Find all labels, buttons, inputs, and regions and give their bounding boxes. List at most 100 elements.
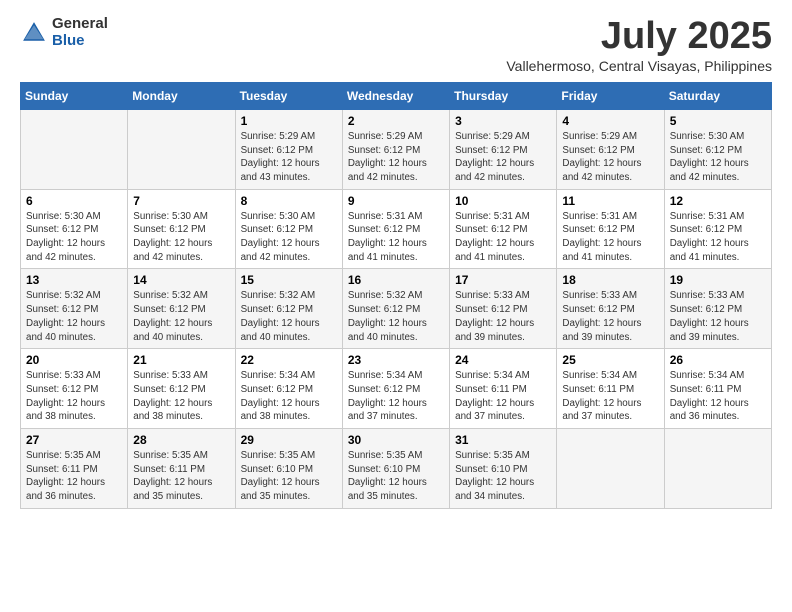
calendar-cell: 7 Sunrise: 5:30 AMSunset: 6:12 PMDaylight… bbox=[128, 189, 235, 269]
subtitle: Vallehermoso, Central Visayas, Philippin… bbox=[506, 58, 772, 74]
cell-info: Sunrise: 5:35 AMSunset: 6:10 PMDaylight:… bbox=[455, 449, 551, 504]
main-title: July 2025 bbox=[506, 16, 772, 58]
cell-info: Sunrise: 5:29 AMSunset: 6:12 PMDaylight:… bbox=[562, 130, 658, 185]
calendar-cell bbox=[664, 429, 771, 509]
calendar-week-row: 27 Sunrise: 5:35 AMSunset: 6:11 PMDayligh… bbox=[21, 429, 772, 509]
calendar-cell: 4 Sunrise: 5:29 AMSunset: 6:12 PMDaylight… bbox=[557, 109, 664, 189]
calendar-cell: 22 Sunrise: 5:34 AMSunset: 6:12 PMDayligh… bbox=[235, 349, 342, 429]
day-number: 16 bbox=[348, 273, 444, 287]
day-number: 22 bbox=[241, 353, 337, 367]
cell-info: Sunrise: 5:34 AMSunset: 6:11 PMDaylight:… bbox=[455, 369, 551, 424]
cell-info: Sunrise: 5:31 AMSunset: 6:12 PMDaylight:… bbox=[670, 210, 766, 265]
calendar-cell: 19 Sunrise: 5:33 AMSunset: 6:12 PMDayligh… bbox=[664, 269, 771, 349]
day-number: 13 bbox=[26, 273, 122, 287]
day-number: 30 bbox=[348, 433, 444, 447]
cell-info: Sunrise: 5:33 AMSunset: 6:12 PMDaylight:… bbox=[455, 289, 551, 344]
cell-info: Sunrise: 5:31 AMSunset: 6:12 PMDaylight:… bbox=[348, 210, 444, 265]
day-number: 2 bbox=[348, 114, 444, 128]
calendar-cell: 12Sunrise: 5:31 AMSunset: 6:12 PMDayligh… bbox=[664, 189, 771, 269]
day-number: 17 bbox=[455, 273, 551, 287]
calendar-cell bbox=[128, 109, 235, 189]
cell-info: Sunrise: 5:29 AMSunset: 6:12 PMDaylight:… bbox=[348, 130, 444, 185]
calendar-header: SundayMondayTuesdayWednesdayThursdayFrid… bbox=[21, 82, 772, 109]
calendar-cell: 24 Sunrise: 5:34 AMSunset: 6:11 PMDayligh… bbox=[450, 349, 557, 429]
day-number: 3 bbox=[455, 114, 551, 128]
calendar-cell: 2 Sunrise: 5:29 AMSunset: 6:12 PMDaylight… bbox=[342, 109, 449, 189]
cell-info: Sunrise: 5:33 AMSunset: 6:12 PMDaylight:… bbox=[26, 369, 122, 424]
cell-info: Sunrise: 5:30 AMSunset: 6:12 PMDaylight:… bbox=[241, 210, 337, 265]
day-number: 27 bbox=[26, 433, 122, 447]
calendar-table: SundayMondayTuesdayWednesdayThursdayFrid… bbox=[20, 82, 772, 509]
calendar-week-row: 20Sunrise: 5:33 AMSunset: 6:12 PMDayligh… bbox=[21, 349, 772, 429]
calendar-cell: 16 Sunrise: 5:32 AMSunset: 6:12 PMDayligh… bbox=[342, 269, 449, 349]
calendar-cell: 18 Sunrise: 5:33 AMSunset: 6:12 PMDayligh… bbox=[557, 269, 664, 349]
day-number: 10 bbox=[455, 194, 551, 208]
calendar-cell: 20Sunrise: 5:33 AMSunset: 6:12 PMDayligh… bbox=[21, 349, 128, 429]
day-number: 7 bbox=[133, 194, 229, 208]
calendar-cell: 6 Sunrise: 5:30 AMSunset: 6:12 PMDaylight… bbox=[21, 189, 128, 269]
day-number: 6 bbox=[26, 194, 122, 208]
logo-blue: Blue bbox=[52, 33, 108, 50]
calendar-cell: 17 Sunrise: 5:33 AMSunset: 6:12 PMDayligh… bbox=[450, 269, 557, 349]
cell-info: Sunrise: 5:33 AMSunset: 6:12 PMDaylight:… bbox=[562, 289, 658, 344]
calendar-cell: 29 Sunrise: 5:35 AMSunset: 6:10 PMDayligh… bbox=[235, 429, 342, 509]
weekday-header-monday: Monday bbox=[128, 82, 235, 109]
day-number: 14 bbox=[133, 273, 229, 287]
weekday-header-row: SundayMondayTuesdayWednesdayThursdayFrid… bbox=[21, 82, 772, 109]
logo-general: General bbox=[52, 16, 108, 33]
calendar-cell: 21Sunrise: 5:33 AMSunset: 6:12 PMDayligh… bbox=[128, 349, 235, 429]
cell-info: Sunrise: 5:32 AMSunset: 6:12 PMDaylight:… bbox=[348, 289, 444, 344]
cell-info: Sunrise: 5:30 AMSunset: 6:12 PMDaylight:… bbox=[26, 210, 122, 265]
day-number: 28 bbox=[133, 433, 229, 447]
day-number: 8 bbox=[241, 194, 337, 208]
cell-info: Sunrise: 5:34 AMSunset: 6:11 PMDaylight:… bbox=[670, 369, 766, 424]
cell-info: Sunrise: 5:35 AMSunset: 6:11 PMDaylight:… bbox=[26, 449, 122, 504]
cell-info: Sunrise: 5:30 AMSunset: 6:12 PMDaylight:… bbox=[133, 210, 229, 265]
cell-info: Sunrise: 5:34 AMSunset: 6:11 PMDaylight:… bbox=[562, 369, 658, 424]
calendar-cell: 11 Sunrise: 5:31 AMSunset: 6:12 PMDayligh… bbox=[557, 189, 664, 269]
cell-info: Sunrise: 5:32 AMSunset: 6:12 PMDaylight:… bbox=[241, 289, 337, 344]
cell-info: Sunrise: 5:31 AMSunset: 6:12 PMDaylight:… bbox=[562, 210, 658, 265]
weekday-header-tuesday: Tuesday bbox=[235, 82, 342, 109]
calendar-body: 1 Sunrise: 5:29 AMSunset: 6:12 PMDaylight… bbox=[21, 109, 772, 508]
cell-info: Sunrise: 5:29 AMSunset: 6:12 PMDaylight:… bbox=[455, 130, 551, 185]
calendar-cell: 23Sunrise: 5:34 AMSunset: 6:12 PMDayligh… bbox=[342, 349, 449, 429]
calendar-cell: 1 Sunrise: 5:29 AMSunset: 6:12 PMDaylight… bbox=[235, 109, 342, 189]
day-number: 5 bbox=[670, 114, 766, 128]
cell-info: Sunrise: 5:30 AMSunset: 6:12 PMDaylight:… bbox=[670, 130, 766, 185]
title-block: July 2025 Vallehermoso, Central Visayas,… bbox=[506, 16, 772, 74]
calendar-cell: 3 Sunrise: 5:29 AMSunset: 6:12 PMDaylight… bbox=[450, 109, 557, 189]
day-number: 19 bbox=[670, 273, 766, 287]
weekday-header-friday: Friday bbox=[557, 82, 664, 109]
calendar-cell: 8 Sunrise: 5:30 AMSunset: 6:12 PMDaylight… bbox=[235, 189, 342, 269]
cell-info: Sunrise: 5:35 AMSunset: 6:10 PMDaylight:… bbox=[348, 449, 444, 504]
day-number: 24 bbox=[455, 353, 551, 367]
calendar-cell: 25Sunrise: 5:34 AMSunset: 6:11 PMDayligh… bbox=[557, 349, 664, 429]
cell-info: Sunrise: 5:35 AMSunset: 6:10 PMDaylight:… bbox=[241, 449, 337, 504]
day-number: 18 bbox=[562, 273, 658, 287]
cell-info: Sunrise: 5:31 AMSunset: 6:12 PMDaylight:… bbox=[455, 210, 551, 265]
cell-info: Sunrise: 5:29 AMSunset: 6:12 PMDaylight:… bbox=[241, 130, 337, 185]
logo-icon bbox=[20, 19, 48, 47]
day-number: 4 bbox=[562, 114, 658, 128]
logo-text: General Blue bbox=[52, 16, 108, 49]
day-number: 31 bbox=[455, 433, 551, 447]
calendar-week-row: 1 Sunrise: 5:29 AMSunset: 6:12 PMDaylight… bbox=[21, 109, 772, 189]
day-number: 26 bbox=[670, 353, 766, 367]
day-number: 21 bbox=[133, 353, 229, 367]
calendar-cell: 30 Sunrise: 5:35 AMSunset: 6:10 PMDayligh… bbox=[342, 429, 449, 509]
day-number: 1 bbox=[241, 114, 337, 128]
page-header: General Blue July 2025 Vallehermoso, Cen… bbox=[20, 16, 772, 74]
logo: General Blue bbox=[20, 16, 108, 49]
calendar-cell: 10 Sunrise: 5:31 AMSunset: 6:12 PMDayligh… bbox=[450, 189, 557, 269]
calendar-cell: 14Sunrise: 5:32 AMSunset: 6:12 PMDayligh… bbox=[128, 269, 235, 349]
calendar-cell: 27 Sunrise: 5:35 AMSunset: 6:11 PMDayligh… bbox=[21, 429, 128, 509]
calendar-cell: 26 Sunrise: 5:34 AMSunset: 6:11 PMDayligh… bbox=[664, 349, 771, 429]
day-number: 11 bbox=[562, 194, 658, 208]
cell-info: Sunrise: 5:33 AMSunset: 6:12 PMDaylight:… bbox=[670, 289, 766, 344]
day-number: 29 bbox=[241, 433, 337, 447]
day-number: 9 bbox=[348, 194, 444, 208]
cell-info: Sunrise: 5:34 AMSunset: 6:12 PMDaylight:… bbox=[241, 369, 337, 424]
calendar-cell: 9 Sunrise: 5:31 AMSunset: 6:12 PMDaylight… bbox=[342, 189, 449, 269]
calendar-cell: 31 Sunrise: 5:35 AMSunset: 6:10 PMDayligh… bbox=[450, 429, 557, 509]
